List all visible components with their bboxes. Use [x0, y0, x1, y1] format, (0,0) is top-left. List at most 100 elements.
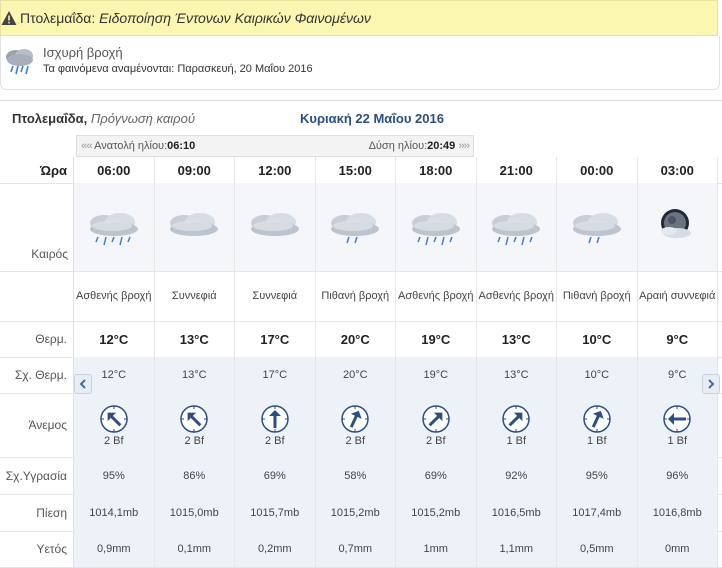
feels-cell: 17°C [235, 357, 316, 393]
rain-cloud-icon [74, 183, 155, 271]
rain-cell: 0,7mm [315, 531, 396, 567]
row-label: Θερμ. [0, 321, 74, 357]
humidity-cell: 58% [315, 457, 396, 494]
wind-force: 1 Bf [506, 435, 527, 447]
warning-title[interactable]: Ισχυρή βροχή [43, 45, 123, 60]
feels-cell: 20°C [315, 357, 396, 393]
rain-cell: 0,2mm [235, 531, 316, 567]
rain-cell: 0,5mm [557, 531, 638, 567]
wind-cell: 2 Bf [396, 393, 477, 457]
row-wind: Άνεμος 2 Bf 2 Bf 2 Bf 2 Bf 2 Bf 1 Bf 1 Bf 1 Bf [0, 393, 722, 458]
temp-cell: 9°C [638, 321, 718, 357]
warning-box: Ισχυρή βροχή Τα φαινόμενα αναμένονται: Π… [0, 36, 720, 90]
humidity-cell: 86% [154, 457, 235, 494]
warning-date-value: Παρασκευή, 20 Μαΐου 2016 [177, 63, 313, 75]
sunset: Δύση ηλίου:20:49 ›››› [369, 140, 470, 152]
wind-cell: 2 Bf [74, 393, 155, 457]
chevron-left-icon [79, 379, 86, 389]
row-label: Σχ. Θερμ. [0, 357, 74, 393]
cloudy-icon [235, 183, 316, 271]
wind-force: 2 Bf [184, 435, 205, 447]
scroll-left-button[interactable] [74, 374, 92, 394]
time-cell: 03:00 [638, 157, 718, 183]
temp-cell: 13°C [477, 321, 557, 357]
wind-force: 2 Bf [264, 435, 285, 447]
feels-cell: 13°C [476, 357, 557, 393]
row-weather [0, 183, 722, 272]
wind-cell: 1 Bf [476, 393, 557, 457]
wind-cell: 1 Bf [557, 393, 638, 457]
time-cell: 15:00 [316, 157, 396, 183]
wind-arrow-icon [583, 405, 611, 433]
alert-bar[interactable]: Πτολεμαΐδα: Ειδοποίηση Έντονων Καιρικών … [0, 0, 718, 36]
sunrise-label: Ανατολή ηλίου: [94, 140, 168, 152]
pressure-cell: 1014,1mb [74, 494, 155, 531]
heavy-rain-icon [6, 49, 33, 75]
wind-force: 2 Bf [103, 435, 124, 447]
cloudy-icon [154, 183, 235, 271]
rain-cloud-icon [476, 183, 557, 271]
sunrise-time: 06:10 [167, 140, 196, 152]
cond-cell: Συννεφιά [235, 271, 316, 321]
forecast-date: Κυριακή 22 Μαΐου 2016 [300, 111, 444, 126]
row-label: Υετός [0, 531, 74, 567]
feels-cell: 19°C [396, 357, 477, 393]
cond-cell: Συννεφιά [155, 271, 235, 321]
warning-date: Τα φαινόμενα αναμένονται: Παρασκευή, 20 … [43, 63, 313, 75]
cond-cell: Πιθανή βροχή [557, 271, 638, 321]
pressure-cell: 1017,4mb [557, 494, 638, 531]
alert-location: Πτολεμαΐδα: [20, 10, 96, 26]
wind-cell: 2 Bf [315, 393, 396, 457]
humidity-cell: 92% [476, 457, 557, 494]
pressure-cell: 1015,2mb [315, 494, 396, 531]
temp-cell: 12°C [74, 321, 155, 357]
time-cell: 00:00 [557, 157, 638, 183]
row-label: Πίεση [0, 494, 74, 531]
wind-arrow-icon [180, 405, 208, 433]
wind-arrow-icon [663, 405, 691, 433]
row-label: Σχ.Υγρασία [0, 457, 74, 494]
cond-cell: Ασθενής βροχή [396, 271, 477, 321]
time-cell: 12:00 [235, 157, 316, 183]
sunset-time: 20:49 [427, 140, 456, 152]
time-cell: 09:00 [155, 157, 235, 183]
rain-cell: 0,9mm [74, 531, 155, 567]
wind-arrow-icon [100, 405, 128, 433]
wind-arrow-icon [422, 405, 450, 433]
chevron-right-icon [708, 379, 715, 389]
wind-force: 1 Bf [667, 435, 688, 447]
pressure-cell: 1016,5mb [476, 494, 557, 531]
light-rain-icon [557, 183, 638, 271]
rain-cell: 1mm [396, 531, 477, 567]
wind-arrow-icon [502, 405, 530, 433]
row-label: Άνεμος [0, 393, 74, 457]
pressure-cell: 1016,8mb [637, 494, 718, 531]
humidity-cell: 95% [74, 457, 155, 494]
wind-force: 2 Bf [345, 435, 366, 447]
wind-cell: 2 Bf [235, 393, 316, 457]
wind-arrow-icon [261, 405, 289, 433]
pressure-cell: 1015,2mb [396, 494, 477, 531]
scroll-right-button[interactable] [702, 374, 720, 394]
rain-cloud-icon [396, 183, 477, 271]
cond-cell: Ασθενής βροχή [74, 271, 155, 321]
forecast-panel: Πτολεμαΐδα, Πρόγνωση καιρού Κυριακή 22 Μ… [0, 100, 722, 568]
alert-text[interactable]: Ειδοποίηση Έντονων Καιρικών Φαινομένων [99, 10, 371, 26]
wind-cell: 1 Bf [637, 393, 718, 457]
light-rain-icon [315, 183, 396, 271]
feels-cell: 10°C [557, 357, 638, 393]
pressure-cell: 1015,0mb [154, 494, 235, 531]
humidity-cell: 95% [557, 457, 638, 494]
temp-cell: 19°C [396, 321, 477, 357]
humidity-cell: 96% [637, 457, 718, 494]
arrows-left-icon: ‹‹‹‹ [81, 140, 93, 152]
row-pressure: Πίεση 1014,1mb 1015,0mb 1015,7mb 1015,2mb 101… [0, 494, 722, 532]
row-humidity: Σχ.Υγρασία 95% 86% 69% 58% 69% 92% 95% 96% [0, 457, 722, 495]
wind-force: 1 Bf [586, 435, 607, 447]
temp-cell: 20°C [316, 321, 396, 357]
cond-cell: Αραιή συννεφιά [638, 271, 718, 321]
temp-cell: 10°C [557, 321, 638, 357]
wind-arrow-icon [341, 405, 369, 433]
warning-icon [1, 11, 17, 25]
feels-cell: 13°C [154, 357, 235, 393]
